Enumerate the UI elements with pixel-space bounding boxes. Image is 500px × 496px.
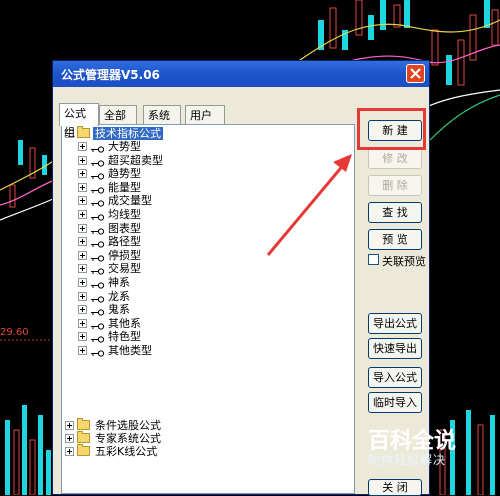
key-icon xyxy=(91,347,105,360)
expand-icon[interactable] xyxy=(78,142,87,151)
export-formula-button[interactable]: 导出公式 xyxy=(368,313,422,334)
expand-icon[interactable] xyxy=(78,196,87,206)
key-icon xyxy=(91,184,105,197)
key-icon xyxy=(91,279,105,292)
key-icon xyxy=(91,225,105,238)
key-icon xyxy=(91,211,105,224)
import-formula-button[interactable]: 导入公式 xyxy=(368,367,422,388)
expand-icon[interactable] xyxy=(78,210,87,219)
key-icon xyxy=(91,265,105,278)
key-icon xyxy=(91,293,105,306)
window-title: 公式管理器V5.06 xyxy=(61,68,160,82)
expand-icon[interactable] xyxy=(65,447,74,456)
checkbox-box[interactable] xyxy=(368,254,379,265)
price-label: 29.60 xyxy=(0,327,29,338)
key-icon xyxy=(91,143,105,156)
expand-icon[interactable] xyxy=(78,155,87,165)
key-icon xyxy=(91,333,105,346)
key-icon xyxy=(91,170,105,183)
preview-button[interactable]: 预 览 xyxy=(368,229,422,250)
temp-import-button[interactable]: 临时导入 xyxy=(368,392,422,413)
close-window-button[interactable] xyxy=(406,64,425,83)
folder-icon xyxy=(77,431,90,443)
close-icon xyxy=(410,68,421,79)
highlight-box xyxy=(357,108,426,150)
close-button[interactable]: 关 闭 xyxy=(368,479,422,496)
expand-icon[interactable] xyxy=(78,291,87,301)
tab-system[interactable]: 系统 xyxy=(143,105,181,125)
title-bar[interactable]: 公式管理器V5.06 xyxy=(53,61,429,87)
expand-icon[interactable] xyxy=(65,421,74,430)
formula-tree[interactable]: 技术指标公式 大势型 超买超卖型 趋势型 能量型 成交量型 均线型 图表型 路径型 停损型 交易型… xyxy=(61,124,355,494)
watermark-subtitle: 助你轻松解决 xyxy=(368,453,447,467)
key-icon xyxy=(91,238,105,251)
tab-user[interactable]: 用户 xyxy=(185,105,225,125)
expand-icon[interactable] xyxy=(78,169,87,179)
expand-icon[interactable] xyxy=(78,237,87,247)
expand-icon[interactable] xyxy=(78,250,87,260)
expand-icon[interactable] xyxy=(78,346,87,355)
expand-icon[interactable] xyxy=(78,264,87,274)
key-icon xyxy=(91,157,105,170)
tab-formula-group[interactable]: 公式组 xyxy=(59,103,99,139)
quick-export-button[interactable]: 快速导出 xyxy=(368,338,422,359)
expand-icon[interactable] xyxy=(78,332,87,342)
folder-icon xyxy=(77,126,90,138)
expand-icon[interactable] xyxy=(78,278,87,287)
expand-icon[interactable] xyxy=(78,182,87,192)
expand-icon[interactable] xyxy=(78,305,87,315)
key-icon xyxy=(91,320,105,333)
folder-icon xyxy=(77,418,90,430)
delete-button[interactable]: 删 除 xyxy=(368,175,422,196)
tab-all[interactable]: 全部 xyxy=(99,105,137,125)
expand-icon[interactable] xyxy=(78,318,87,328)
folder-icon xyxy=(77,444,90,456)
find-button[interactable]: 查 找 xyxy=(368,202,422,223)
modify-button[interactable]: 修 改 xyxy=(368,148,422,169)
key-icon xyxy=(91,252,105,265)
expand-icon[interactable] xyxy=(78,223,87,233)
key-icon xyxy=(91,197,105,210)
expand-icon[interactable] xyxy=(65,434,74,443)
key-icon xyxy=(91,306,105,319)
